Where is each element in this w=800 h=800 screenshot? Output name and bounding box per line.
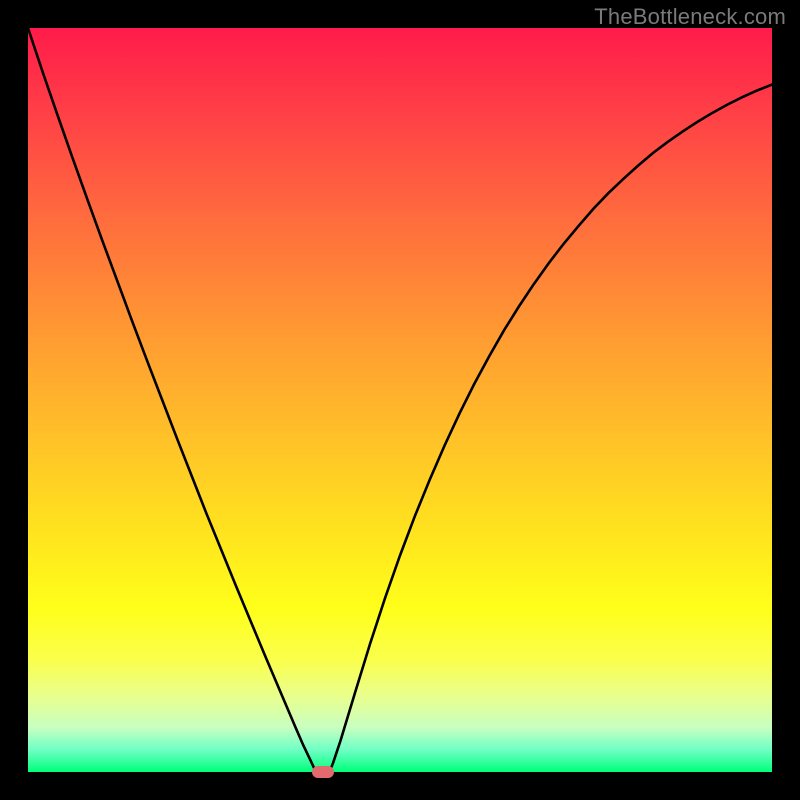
watermark-text: TheBottleneck.com [594,4,786,30]
bottleneck-curve [28,28,772,772]
plot-area [28,28,772,772]
curve-right-branch [329,85,772,772]
curve-left-branch [28,28,316,772]
balance-point-marker [312,766,334,778]
